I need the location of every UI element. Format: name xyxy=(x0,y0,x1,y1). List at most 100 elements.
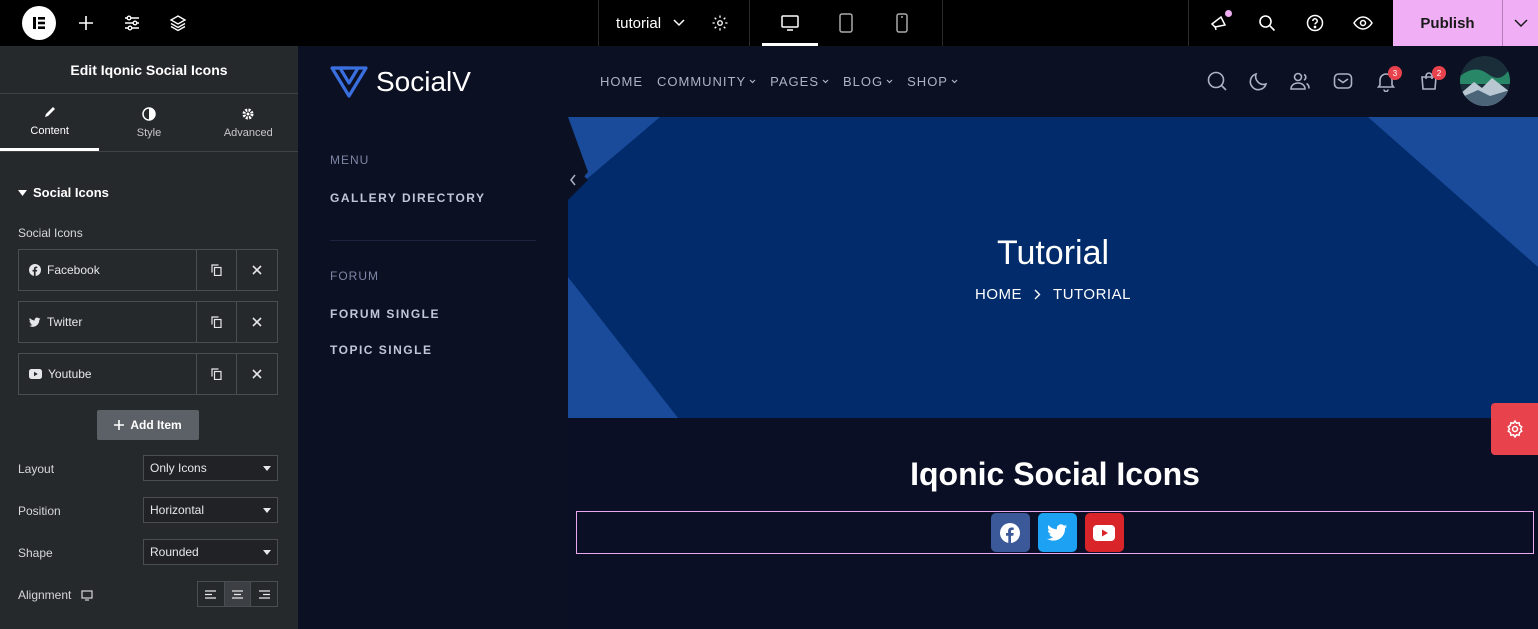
document-name: tutorial xyxy=(616,14,662,32)
main-nav: HOME COMMUNITY PAGES BLOG SHOP xyxy=(600,46,958,117)
avatar[interactable] xyxy=(1460,56,1510,106)
breadcrumb: HOME TUTORIAL xyxy=(568,286,1538,303)
shape-label: Shape xyxy=(18,546,53,560)
twitter-icon xyxy=(29,317,41,327)
socialv-logo-icon xyxy=(330,66,368,98)
editor-topbar: tutorial Publish xyxy=(0,0,1538,46)
alignment-control xyxy=(197,581,278,607)
structure-button[interactable] xyxy=(168,0,188,46)
duplicate-button[interactable] xyxy=(197,302,237,342)
item-label: Facebook xyxy=(47,263,100,277)
caret-down-icon xyxy=(263,466,271,471)
gear-icon xyxy=(712,15,728,31)
nav-item-community[interactable]: COMMUNITY xyxy=(657,74,756,89)
add-element-button[interactable] xyxy=(76,0,96,46)
remove-button[interactable] xyxy=(237,354,277,394)
add-item-button[interactable]: Add Item xyxy=(97,410,199,440)
breadcrumb-current: TUTORIAL xyxy=(1053,286,1131,303)
align-center-icon xyxy=(232,589,243,599)
select-value: Rounded xyxy=(150,545,199,559)
desktop-icon[interactable] xyxy=(81,589,93,601)
preview-button[interactable] xyxy=(1352,0,1374,46)
finder-button[interactable] xyxy=(1257,0,1277,46)
close-icon xyxy=(252,265,262,275)
facebook-icon xyxy=(29,264,41,276)
sidebar-divider xyxy=(330,240,536,241)
duplicate-button[interactable] xyxy=(197,250,237,290)
repeater-item-title[interactable]: Facebook xyxy=(19,250,197,290)
sidebar-toggle-button[interactable] xyxy=(568,160,590,200)
tablet-view-button[interactable] xyxy=(836,0,856,46)
chevron-down-icon xyxy=(951,79,958,84)
remove-button[interactable] xyxy=(237,250,277,290)
facebook-link[interactable] xyxy=(990,513,1030,552)
twitter-icon xyxy=(1046,523,1067,541)
position-label: Position xyxy=(18,504,61,518)
youtube-link[interactable] xyxy=(1084,513,1124,552)
caret-down-icon xyxy=(263,508,271,513)
social-icons-widget[interactable] xyxy=(576,511,1534,554)
shape-select[interactable]: Rounded xyxy=(143,539,278,565)
whats-new-button[interactable] xyxy=(1208,0,1230,46)
section-title: Social Icons xyxy=(33,185,109,200)
messages-button[interactable] xyxy=(1330,68,1356,94)
repeater-item-twitter: Twitter xyxy=(18,301,278,343)
publish-button[interactable]: Publish xyxy=(1393,0,1502,46)
document-name-dropdown[interactable]: tutorial xyxy=(616,0,685,46)
nav-item-shop[interactable]: SHOP xyxy=(907,74,958,89)
twitter-link[interactable] xyxy=(1037,513,1077,552)
desktop-view-button[interactable] xyxy=(780,0,800,46)
align-right-button[interactable] xyxy=(251,582,277,606)
select-value: Only Icons xyxy=(150,461,207,475)
nav-item-blog[interactable]: BLOG xyxy=(843,74,893,89)
sidebar-item-gallery-directory[interactable]: GALLERY DIRECTORY xyxy=(330,191,486,205)
breadcrumb-home[interactable]: HOME xyxy=(975,286,1022,303)
topbar-divider xyxy=(1188,0,1189,46)
page-title: Tutorial xyxy=(996,234,1110,272)
tab-advanced[interactable]: Advanced xyxy=(199,94,298,151)
repeater-item-youtube: Youtube xyxy=(18,353,278,395)
floating-settings-button[interactable] xyxy=(1491,403,1538,455)
caret-down-icon xyxy=(263,550,271,555)
topbar-divider xyxy=(749,0,750,46)
nav-label: BLOG xyxy=(843,74,884,89)
sidebar-heading: FORUM xyxy=(330,269,379,283)
site-settings-button[interactable] xyxy=(122,0,142,46)
position-select[interactable]: Horizontal xyxy=(143,497,278,523)
repeater-item-title[interactable]: Twitter xyxy=(19,302,197,342)
tab-content[interactable]: Content xyxy=(0,94,100,151)
align-center-button[interactable] xyxy=(224,582,252,606)
repeater-item-title[interactable]: Youtube xyxy=(19,354,197,394)
site-search-button[interactable] xyxy=(1204,68,1230,94)
align-left-button[interactable] xyxy=(198,582,225,606)
copy-icon xyxy=(211,368,222,380)
users-icon xyxy=(1290,72,1310,90)
elementor-logo-icon xyxy=(22,6,56,40)
contrast-icon xyxy=(142,106,156,121)
sidebar-item-topic-single[interactable]: TOPIC SINGLE xyxy=(330,343,432,357)
elementor-logo-button[interactable] xyxy=(22,0,56,46)
site-logo[interactable]: SocialV xyxy=(330,65,471,99)
chevron-left-icon xyxy=(568,160,588,200)
nav-label: SHOP xyxy=(907,74,948,89)
widget-heading: Iqonic Social Icons xyxy=(910,456,1200,492)
section-toggle-social-icons[interactable]: Social Icons xyxy=(18,185,109,200)
desktop-icon xyxy=(781,15,799,31)
help-button[interactable] xyxy=(1305,0,1325,46)
dark-mode-toggle[interactable] xyxy=(1246,68,1272,94)
tab-label: Style xyxy=(136,126,162,139)
duplicate-button[interactable] xyxy=(197,354,237,394)
nav-item-pages[interactable]: PAGES xyxy=(770,74,829,89)
field-label: Social Icons xyxy=(18,226,83,240)
page-settings-button[interactable] xyxy=(710,0,730,46)
nav-item-home[interactable]: HOME xyxy=(600,74,643,89)
friends-button[interactable] xyxy=(1287,68,1313,94)
mobile-view-button[interactable] xyxy=(892,0,912,46)
layout-select[interactable]: Only Icons xyxy=(143,455,278,481)
mobile-icon xyxy=(896,13,908,33)
gear-icon xyxy=(1506,419,1523,439)
remove-button[interactable] xyxy=(237,302,277,342)
tab-style[interactable]: Style xyxy=(99,94,198,151)
publish-options-button[interactable] xyxy=(1502,0,1538,46)
sidebar-item-forum-single[interactable]: FORUM SINGLE xyxy=(330,307,440,321)
